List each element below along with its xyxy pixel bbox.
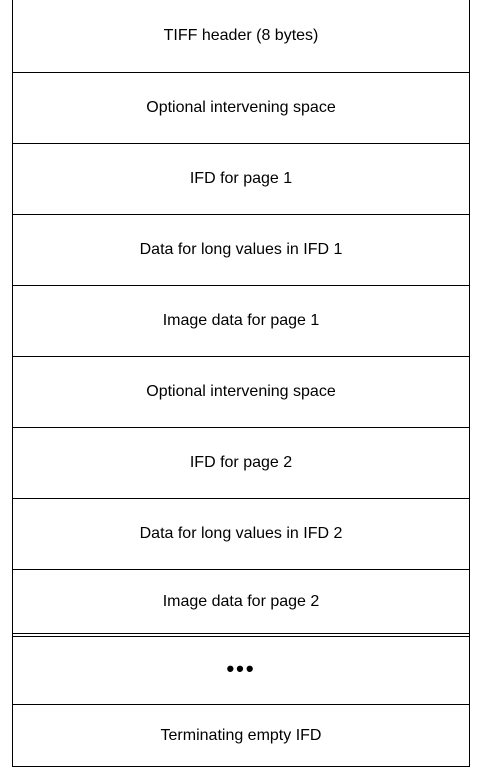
intervening-space-label-2: Optional intervening space xyxy=(146,383,336,400)
long-values-ifd-1-label: Data for long values in IFD 1 xyxy=(139,241,343,258)
intervening-space-block-2: Optional intervening space xyxy=(13,356,469,427)
intervening-space-block-1: Optional intervening space xyxy=(13,72,469,143)
long-values-ifd-1-block: Data for long values in IFD 1 xyxy=(13,214,469,285)
ifd-page-1-label: IFD for page 1 xyxy=(189,170,293,187)
ifd-page-2-label: IFD for page 2 xyxy=(189,454,293,471)
intervening-space-label-1: Optional intervening space xyxy=(146,99,336,116)
image-data-page-1-block: Image data for page 1 xyxy=(13,285,469,356)
tiff-header-block: TIFF header (8 bytes) xyxy=(13,0,469,72)
image-data-page-1-label: Image data for page 1 xyxy=(162,312,320,329)
long-values-ifd-2-label: Data for long values in IFD 2 xyxy=(139,525,343,542)
tiff-file-layout-diagram: TIFF header (8 bytes) Optional interveni… xyxy=(12,0,470,767)
tiff-header-label: TIFF header (8 bytes) xyxy=(163,27,319,44)
image-data-page-2-block: Image data for page 2 xyxy=(13,569,469,633)
ellipsis-icon: ••• xyxy=(226,655,256,681)
ifd-page-2-block: IFD for page 2 xyxy=(13,427,469,498)
terminating-ifd-block: Terminating empty IFD xyxy=(13,704,469,766)
terminating-ifd-label: Terminating empty IFD xyxy=(160,726,322,744)
image-data-page-2-label: Image data for page 2 xyxy=(162,592,320,610)
long-values-ifd-2-block: Data for long values in IFD 2 xyxy=(13,498,469,569)
ifd-page-1-block: IFD for page 1 xyxy=(13,143,469,214)
continuation-block: ••• xyxy=(13,633,469,704)
